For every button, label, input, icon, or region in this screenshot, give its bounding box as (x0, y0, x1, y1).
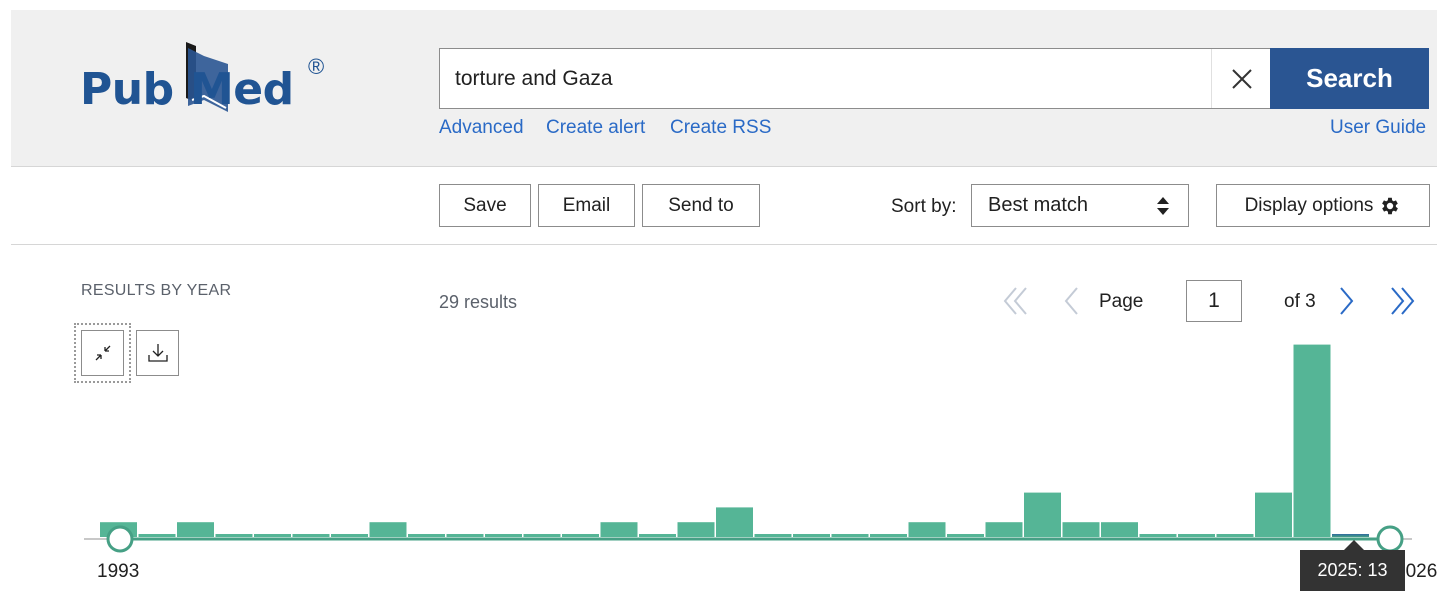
results-by-year-heading: RESULTS BY YEAR (81, 282, 232, 299)
chart-bar-1994[interactable] (138, 534, 176, 537)
chart-bar-2011[interactable] (793, 534, 830, 537)
next-page-icon[interactable] (1334, 284, 1360, 318)
first-page-icon[interactable] (998, 284, 1032, 318)
chart-bar-2013[interactable] (870, 534, 907, 537)
chart-bar-2016[interactable] (985, 522, 1023, 537)
gear-icon (1382, 197, 1399, 214)
chart-bar-2025[interactable] (1332, 534, 1369, 537)
page-label: Page (1099, 291, 1144, 312)
create-alert-link[interactable]: Create alert (546, 117, 645, 139)
range-end-handle[interactable] (1376, 525, 1404, 553)
chart-bar-2019[interactable] (1101, 522, 1138, 537)
chart-bar-2021[interactable] (1178, 534, 1215, 537)
chart-bar-2022[interactable] (1216, 534, 1254, 537)
advanced-search-link[interactable]: Advanced (439, 117, 524, 139)
tooltip-arrow (1344, 540, 1364, 550)
logo-text-pub: Pub (80, 64, 174, 115)
chart-bar-2007[interactable] (639, 534, 676, 537)
chart-bar-2010[interactable] (754, 534, 792, 537)
chart-bar-2004[interactable] (523, 534, 561, 537)
chart-bar-1998[interactable] (292, 534, 330, 537)
chart-bar-2014[interactable] (908, 522, 946, 537)
page-number-input[interactable] (1186, 280, 1242, 322)
display-options-button[interactable]: Display options (1216, 184, 1430, 227)
sort-arrows-icon (1157, 197, 1169, 215)
chart-bar-1995[interactable] (177, 522, 214, 537)
sort-by-value: Best match (988, 194, 1089, 216)
sort-by-select[interactable]: Best match (971, 184, 1189, 227)
clear-search-button[interactable] (1211, 49, 1271, 108)
chart-bar-2009[interactable] (716, 507, 753, 537)
display-options-label: Display options (1244, 194, 1374, 216)
create-rss-link[interactable]: Create RSS (670, 117, 771, 139)
search-button[interactable]: Search (1270, 48, 1429, 109)
results-count: 29 results (439, 292, 518, 312)
logo-text-med: Med (190, 64, 294, 115)
user-guide-link[interactable]: User Guide (1330, 117, 1426, 139)
search-box (439, 48, 1271, 109)
chart-bars (100, 344, 1369, 537)
range-start-handle[interactable] (106, 525, 134, 553)
sort-by-label: Sort by: (891, 196, 957, 217)
page-total-label: of 3 (1284, 291, 1316, 312)
email-button[interactable]: Email (538, 184, 635, 227)
chart-bar-2023[interactable] (1255, 492, 1292, 537)
chart-bar-2005[interactable] (562, 534, 599, 537)
year-tooltip: 2025: 13 (1300, 550, 1405, 591)
chart-bar-2012[interactable] (831, 534, 869, 537)
close-icon (1231, 68, 1252, 89)
previous-page-icon[interactable] (1058, 284, 1084, 318)
chart-bar-2017[interactable] (1024, 492, 1061, 537)
chart-bar-2003[interactable] (485, 534, 522, 537)
pubmed-logo[interactable]: Pub Med ® (80, 40, 340, 130)
chart-bar-2024[interactable] (1293, 344, 1331, 537)
chart-bar-2002[interactable] (446, 534, 484, 537)
results-toolbar: Save Email Send to Sort by: Best match D… (11, 167, 1437, 245)
chart-bar-2020[interactable] (1139, 534, 1177, 537)
chart-bar-2001[interactable] (408, 534, 445, 537)
chart-bar-1996[interactable] (215, 534, 253, 537)
save-button[interactable]: Save (439, 184, 531, 227)
chart-bar-2006[interactable] (600, 522, 638, 537)
chart-bar-1999[interactable] (331, 534, 368, 537)
chart-bar-1997[interactable] (254, 534, 291, 537)
results-by-year-chart (84, 344, 1412, 553)
chart-bar-2008[interactable] (677, 522, 715, 537)
chart-bar-2000[interactable] (369, 522, 407, 537)
chart-bar-2018[interactable] (1062, 522, 1100, 537)
range-start-year: 1993 (97, 561, 140, 582)
send-to-button[interactable]: Send to (642, 184, 760, 227)
chart-bar-2015[interactable] (947, 534, 984, 537)
search-input[interactable] (455, 49, 1195, 108)
last-page-icon[interactable] (1386, 284, 1420, 318)
header: Pub Med ® Search Advanced Create alert C… (11, 10, 1437, 167)
registered-mark: ® (308, 54, 325, 79)
